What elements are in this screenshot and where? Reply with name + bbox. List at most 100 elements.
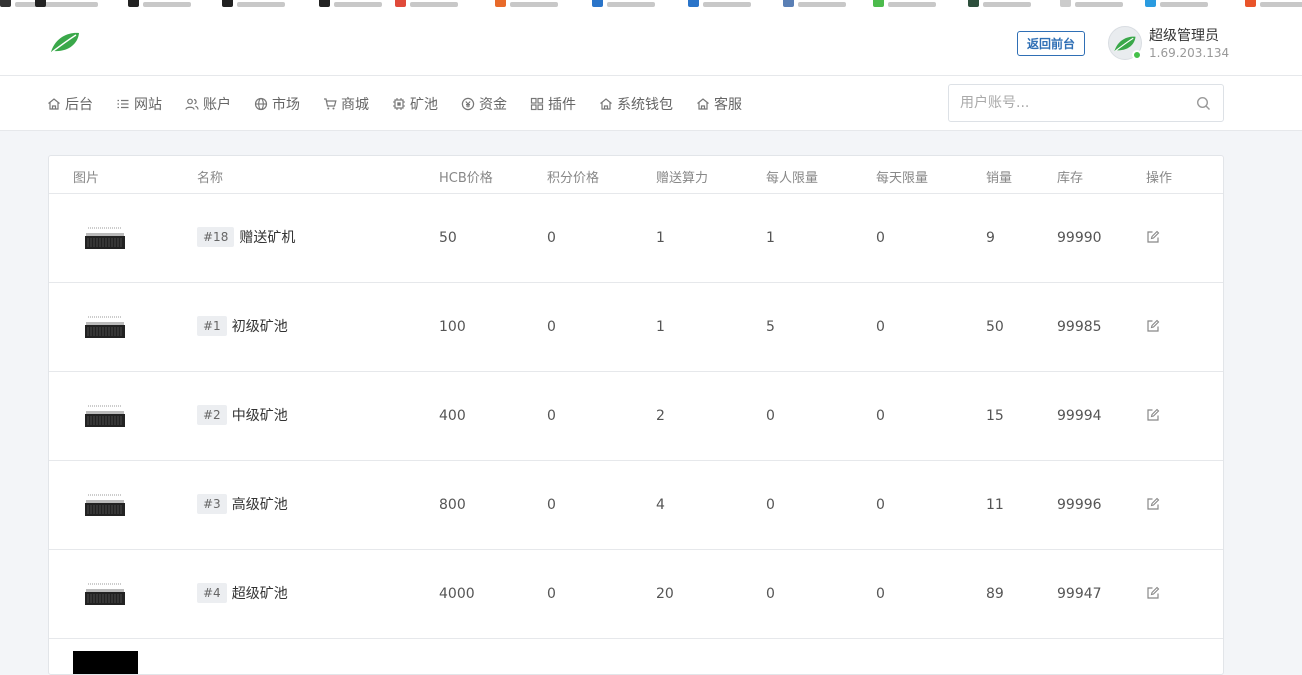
sales: 15 (986, 408, 1004, 424)
bonus-power: 1 (656, 319, 665, 335)
sales: 89 (986, 586, 1004, 602)
nav-item-market[interactable]: 市场 (254, 94, 300, 114)
edit-icon[interactable] (1146, 586, 1160, 600)
bookmark-item[interactable] (35, 0, 98, 7)
bookmark-item[interactable] (222, 0, 285, 7)
bonus-power: 1 (656, 230, 665, 246)
product-name[interactable]: 赠送矿机 (239, 227, 295, 247)
col-header-points-price: 积分价格 (547, 171, 600, 186)
nav-item-funds[interactable]: 资金 (461, 94, 507, 114)
nav-label: 商城 (341, 96, 369, 113)
bookmark-item[interactable] (128, 0, 191, 7)
nav-item-accounts[interactable]: 账户 (185, 94, 231, 114)
user-ip: 1.69.203.134 (1149, 46, 1230, 60)
points-price: 0 (547, 230, 556, 246)
online-status-dot (1132, 50, 1142, 60)
users-icon (185, 98, 199, 110)
id-badge: #4 (197, 583, 227, 603)
nav-item-plugins[interactable]: 插件 (530, 94, 576, 114)
chip-icon (393, 97, 405, 110)
search-icon[interactable] (1196, 96, 1211, 111)
hcb-price: 800 (439, 497, 466, 513)
name-cell: #4 超级矿池 (197, 583, 288, 603)
edit-icon[interactable] (1146, 408, 1160, 422)
bookmark-item[interactable] (1245, 0, 1302, 7)
nav-label: 客服 (714, 96, 742, 113)
name-cell: #18 赠送矿机 (197, 227, 295, 247)
miner-image[interactable] (84, 311, 126, 343)
user-name[interactable]: 超级管理员 (1149, 25, 1219, 45)
per-user-limit: 1 (766, 230, 775, 246)
product-name[interactable]: 中级矿池 (232, 405, 288, 425)
per-user-limit: 0 (766, 497, 775, 513)
id-badge: #3 (197, 494, 227, 514)
per-user-limit: 0 (766, 586, 775, 602)
col-header-actions: 操作 (1146, 171, 1173, 186)
nav-label: 矿池 (410, 96, 438, 113)
nav-item-dashboard[interactable]: 后台 (47, 94, 93, 114)
bonus-power: 2 (656, 408, 665, 424)
bookmark-item[interactable] (1060, 0, 1123, 7)
col-header-image: 图片 (73, 171, 100, 186)
nav-label: 系统钱包 (617, 96, 673, 113)
points-price: 0 (547, 408, 556, 424)
miner-image[interactable] (84, 400, 126, 432)
bookmark-item[interactable] (688, 0, 751, 7)
nav-item-support[interactable]: 客服 (696, 94, 742, 114)
nav-item-pool[interactable]: 矿池 (392, 94, 438, 114)
home-icon (600, 97, 612, 110)
top-bar: 返回前台 超级管理员 1.69.203.134 (0, 10, 1302, 76)
col-header-stock: 库存 (1057, 171, 1084, 186)
home-icon (697, 97, 709, 110)
hcb-price: 400 (439, 408, 466, 424)
table-header: 图片 名称 HCB价格 积分价格 赠送算力 每人限量 每天限量 销量 库存 操作 (49, 156, 1223, 194)
edit-icon[interactable] (1146, 230, 1160, 244)
stock: 99994 (1057, 408, 1102, 424)
id-badge: #18 (197, 227, 235, 247)
pool-table-card: 图片 名称 HCB价格 积分价格 赠送算力 每人限量 每天限量 销量 库存 操作… (48, 155, 1224, 675)
back-to-frontend-button[interactable]: 返回前台 (1017, 31, 1085, 56)
edit-icon[interactable] (1146, 497, 1160, 511)
bookmark-item[interactable] (495, 0, 558, 7)
bookmark-item[interactable] (1145, 0, 1208, 7)
points-price: 0 (547, 319, 556, 335)
stock: 99990 (1057, 230, 1102, 246)
nav-label: 插件 (548, 96, 576, 113)
bookmark-item[interactable] (395, 0, 458, 7)
miner-image[interactable] (84, 222, 126, 254)
points-price: 0 (547, 497, 556, 513)
bookmark-item[interactable] (873, 0, 936, 7)
bookmark-item[interactable] (968, 0, 1031, 7)
col-header-bonus-power: 赠送算力 (656, 171, 709, 186)
product-name[interactable]: 初级矿池 (232, 316, 288, 336)
product-name[interactable]: 超级矿池 (232, 583, 288, 603)
bookmark-item[interactable] (783, 0, 846, 7)
list-icon (117, 99, 129, 108)
id-badge: #1 (197, 316, 227, 336)
redacted-block (73, 651, 138, 674)
sales: 50 (986, 319, 1004, 335)
per-user-limit: 5 (766, 319, 775, 335)
nav-item-website[interactable]: 网站 (116, 94, 162, 114)
coin-icon (461, 97, 475, 110)
grid-icon (530, 97, 544, 110)
bookmark-item[interactable] (592, 0, 655, 7)
table-row: #18 赠送矿机 50 0 1 1 0 9 99990 (49, 194, 1223, 283)
globe-icon (254, 97, 268, 110)
bookmark-item[interactable] (319, 0, 382, 7)
hcb-price: 4000 (439, 586, 475, 602)
bonus-power: 4 (656, 497, 665, 513)
table-row: #2 中级矿池 400 0 2 0 0 15 99994 (49, 372, 1223, 461)
name-cell: #2 中级矿池 (197, 405, 288, 425)
search-input[interactable] (949, 85, 1189, 121)
miner-image[interactable] (84, 489, 126, 521)
nav-item-system-wallet[interactable]: 系统钱包 (599, 94, 673, 114)
hcb-price: 100 (439, 319, 466, 335)
nav-item-mall[interactable]: 商城 (323, 94, 369, 114)
main-nav: 后台 网站 账户 市场 商城 矿池 资金 插件 系统钱包 客服 用户账号... (0, 76, 1302, 131)
per-day-limit: 0 (876, 319, 885, 335)
leaf-logo-icon[interactable] (48, 28, 82, 56)
edit-icon[interactable] (1146, 319, 1160, 333)
miner-image[interactable] (84, 578, 126, 610)
product-name[interactable]: 高级矿池 (232, 494, 288, 514)
